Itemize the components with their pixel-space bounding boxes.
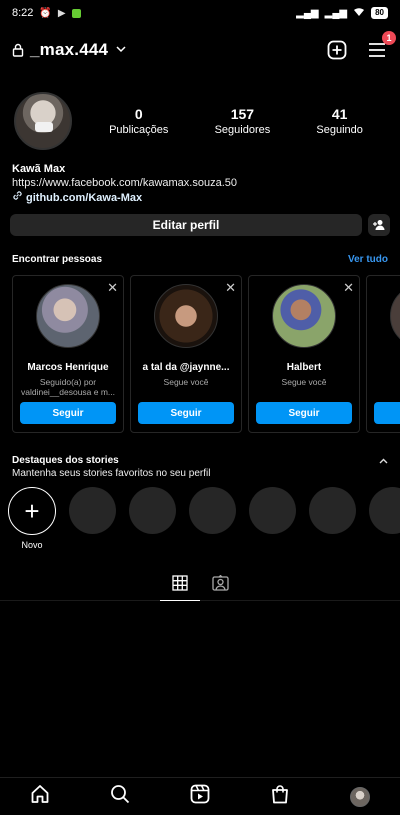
shop-icon bbox=[272, 785, 288, 804]
nav-reels[interactable] bbox=[190, 784, 210, 809]
tab-posts-grid[interactable] bbox=[160, 575, 200, 601]
stat-following-label: Seguindo bbox=[316, 124, 363, 136]
highlights-subtitle: Mantenha seus stories favoritos no seu p… bbox=[12, 468, 211, 479]
follow-button[interactable]: Seguir bbox=[256, 402, 352, 424]
suggestion-context: Segue você bbox=[164, 377, 209, 387]
suggestion-card[interactable]: ✕ Halbert Segue você Seguir bbox=[248, 275, 360, 433]
profile-stats: 0 Publicações 157 Seguidores 41 Seguindo bbox=[72, 106, 386, 136]
plus-square-icon bbox=[327, 40, 347, 60]
github-link-text: github.com/Kawa-Max bbox=[26, 191, 143, 204]
profile-bio: Kawã Max https://www.facebook.com/kawama… bbox=[0, 162, 400, 206]
nav-shop[interactable] bbox=[270, 784, 290, 809]
suggestion-card[interactable]: ✕ a tal da @jaynne... Segue você Seguir bbox=[130, 275, 242, 433]
stat-following-value: 41 bbox=[331, 106, 348, 122]
highlights-header[interactable]: Destaques dos stories bbox=[0, 455, 400, 466]
stat-followers-value: 157 bbox=[230, 106, 255, 122]
home-icon bbox=[31, 785, 49, 803]
suggestion-context-line1: Segue você bbox=[281, 377, 327, 387]
battery-indicator: 80 bbox=[371, 7, 388, 19]
profile-actions: Editar perfil bbox=[0, 214, 400, 236]
add-person-icon bbox=[373, 220, 385, 230]
stat-followers-label: Seguidores bbox=[214, 124, 271, 136]
hamburger-menu-icon bbox=[369, 43, 385, 57]
stat-posts-label: Publicações bbox=[109, 124, 169, 136]
lock-icon bbox=[12, 43, 24, 57]
notification-badge: 1 bbox=[382, 31, 396, 45]
search-icon bbox=[111, 785, 130, 804]
suggestion-name: Marcos Henrique bbox=[27, 362, 109, 373]
close-icon[interactable]: ✕ bbox=[225, 280, 236, 296]
profile-name: Kawã Max bbox=[12, 163, 66, 175]
stat-posts[interactable]: 0 Publicações bbox=[109, 106, 168, 136]
nav-profile-avatar[interactable] bbox=[350, 786, 370, 807]
follow-button[interactable]: Seguir bbox=[138, 402, 234, 424]
bio-github-link[interactable]: github.com/Kawa-Max bbox=[12, 190, 388, 206]
suggestion-context-line2: valdinei__desousa e m... bbox=[20, 387, 116, 397]
suggestion-card[interactable]: ✕ Marcos Henrique Seguido(a) por valdine… bbox=[12, 275, 124, 433]
discover-people-button[interactable] bbox=[368, 214, 390, 236]
signal-icon: ▂▄▆ bbox=[296, 7, 319, 19]
suggestion-card[interactable]: D Se gustavi bbox=[366, 275, 400, 433]
avatar bbox=[36, 284, 100, 348]
discover-title: Encontrar pessoas bbox=[12, 254, 103, 265]
suggestion-context-line1: Seguido(a) por bbox=[39, 377, 97, 387]
nav-search[interactable] bbox=[110, 784, 130, 809]
profile-header: _max.444 1 bbox=[0, 26, 400, 74]
account-switcher[interactable]: _max.444 bbox=[12, 40, 126, 60]
highlights-row: + Novo bbox=[0, 487, 400, 553]
link-icon bbox=[12, 190, 23, 206]
plus-icon: + bbox=[8, 487, 56, 535]
username: _max.444 bbox=[30, 40, 109, 59]
status-bar: 8:22 ⏰ ▶ ▂▄▆ ▂▄▆ 80 bbox=[0, 0, 400, 26]
tab-tagged[interactable] bbox=[200, 575, 240, 601]
tagged-icon bbox=[211, 575, 229, 591]
suggestion-context: Seguido(a) por valdinei__desousa e m... bbox=[21, 377, 115, 397]
alarm-icon: ⏰ bbox=[39, 7, 52, 19]
avatar bbox=[154, 284, 218, 348]
chevron-down-icon bbox=[116, 44, 126, 56]
bio-website-link[interactable]: https://www.facebook.com/kawamax.souza.5… bbox=[12, 176, 388, 190]
edit-profile-button[interactable]: Editar perfil bbox=[10, 214, 362, 236]
play-icon: ▶ bbox=[57, 7, 66, 19]
follow-button[interactable]: Seguir bbox=[20, 402, 116, 424]
profile-avatar[interactable] bbox=[14, 92, 72, 150]
discover-people-header: Encontrar pessoas Ver tudo bbox=[0, 254, 400, 265]
highlights-title: Destaques dos stories bbox=[12, 455, 119, 466]
chevron-up-icon[interactable] bbox=[379, 456, 388, 466]
close-icon[interactable]: ✕ bbox=[343, 280, 354, 296]
grid-icon bbox=[172, 575, 188, 591]
new-highlight-label: Novo bbox=[21, 540, 43, 550]
wifi-icon bbox=[353, 7, 365, 20]
highlight-placeholder bbox=[129, 487, 176, 534]
create-post-button[interactable] bbox=[326, 39, 348, 61]
stat-followers[interactable]: 157 Seguidores bbox=[215, 106, 271, 136]
profile-summary: 0 Publicações 157 Seguidores 41 Seguindo bbox=[0, 74, 400, 164]
profile-tabs bbox=[0, 575, 400, 601]
suggestion-name: Halbert bbox=[286, 362, 322, 373]
stat-following[interactable]: 41 Seguindo bbox=[316, 106, 363, 136]
new-highlight[interactable]: + Novo bbox=[8, 487, 56, 553]
follow-button[interactable] bbox=[374, 402, 400, 424]
avatar bbox=[272, 284, 336, 348]
stat-posts-value: 0 bbox=[134, 106, 143, 122]
highlight-placeholder bbox=[69, 487, 116, 534]
highlight-placeholder bbox=[309, 487, 356, 534]
suggestion-context: Segue você bbox=[282, 377, 327, 387]
highlight-placeholder bbox=[249, 487, 296, 534]
see-all-link[interactable]: Ver tudo bbox=[348, 254, 388, 265]
suggestion-cards: ✕ Marcos Henrique Seguido(a) por valdine… bbox=[0, 275, 400, 435]
close-icon[interactable]: ✕ bbox=[107, 280, 118, 296]
highlight-placeholder bbox=[189, 487, 236, 534]
highlight-placeholder bbox=[369, 487, 400, 534]
suggestion-name: a tal da @jaynne... bbox=[142, 362, 230, 373]
suggestion-context-line1: Segue você bbox=[163, 377, 209, 387]
status-time: 8:22 bbox=[12, 7, 34, 19]
signal-icon-2: ▂▄▆ bbox=[324, 7, 348, 19]
bottom-navigation bbox=[0, 777, 400, 815]
app-notification-icon bbox=[71, 8, 81, 18]
nav-home[interactable] bbox=[30, 784, 50, 809]
menu-button[interactable]: 1 bbox=[366, 31, 396, 61]
reels-icon bbox=[190, 784, 210, 804]
avatar bbox=[390, 284, 400, 348]
